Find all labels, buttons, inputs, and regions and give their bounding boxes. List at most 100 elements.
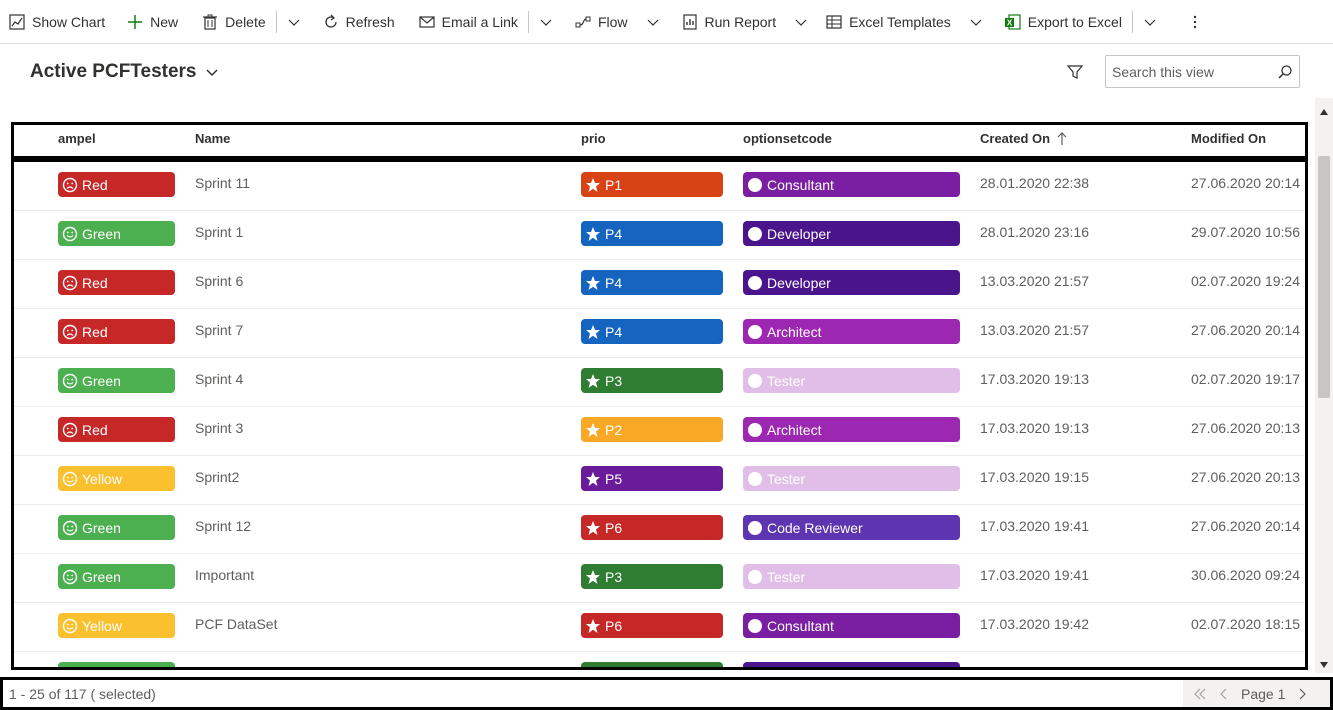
prio-label: P4 [605, 323, 623, 340]
star-icon [585, 422, 601, 438]
column-label: prio [581, 131, 606, 146]
new-button[interactable]: New [126, 0, 178, 44]
delete-button[interactable]: Delete [201, 0, 266, 44]
table-row[interactable]: Yellow Sprint2 P5 Tester 17.03.2020 19:15 27.… [14, 456, 1305, 505]
previous-page-icon[interactable] [1217, 687, 1231, 701]
ampel-tag: Yellow [58, 466, 175, 491]
excel-templates-chevron-icon [969, 15, 983, 29]
star-icon [585, 275, 601, 291]
next-page-icon[interactable] [1295, 687, 1309, 701]
ampel-label: Red [82, 323, 108, 340]
circle-icon [747, 373, 763, 389]
filter-icon[interactable] [1066, 63, 1086, 81]
more-delete-chevron-icon[interactable] [287, 15, 301, 29]
name-cell[interactable]: Sprint2 [195, 469, 239, 485]
column-header-modified-on[interactable]: Modified On [1191, 131, 1266, 146]
table-row[interactable]: Green Sprint 1 P4 Developer 28.01.2020 23:16… [14, 211, 1305, 260]
prio-label: P4 [605, 274, 623, 291]
optionset-tag: Developer [743, 662, 960, 667]
table-row[interactable]: Red Sprint 6 P4 Developer 13.03.2020 21:57 02… [14, 260, 1305, 309]
smile-icon [62, 618, 78, 634]
ampel-label: Green [82, 225, 121, 242]
more-export-chevron-icon[interactable] [1143, 15, 1157, 29]
name-cell[interactable]: Sprint 11 [195, 175, 250, 191]
search-input[interactable] [1112, 63, 1272, 80]
ampel-label: Red [82, 274, 108, 291]
created-on-cell: 17.03.2020 19:42 [980, 616, 1089, 632]
name-cell[interactable]: Important [195, 567, 254, 583]
scroll-down-icon[interactable] [1319, 657, 1329, 668]
prio-tag: P3 [581, 662, 723, 668]
scroll-up-icon[interactable] [1319, 104, 1329, 115]
table-row[interactable]: Red Sprint 11 P1 Consultant 28.01.2020 22:38… [14, 162, 1305, 211]
circle-icon [747, 422, 763, 438]
name-cell[interactable]: Sprint 3 [195, 420, 243, 436]
more-commands-icon[interactable] [1188, 15, 1202, 29]
created-on-cell: 28.01.2020 22:38 [980, 175, 1089, 191]
name-cell[interactable]: Sprint 1 [195, 224, 243, 240]
export-excel-button[interactable]: X Export to Excel [1004, 0, 1122, 44]
ampel-label: Green [82, 568, 121, 585]
separator [527, 10, 529, 33]
table-row[interactable]: Green Important P3 Tester 17.03.2020 19:41 30… [14, 554, 1305, 603]
table-row[interactable]: Red Sprint 7 P4 Architect 13.03.2020 21:57 27… [14, 309, 1305, 358]
frown-icon [62, 275, 78, 291]
optionset-tag: Consultant [743, 613, 960, 638]
table-row[interactable]: Green Sprint 4 P3 Tester 17.03.2020 19:13 02.… [14, 358, 1305, 407]
search-icon[interactable] [1277, 64, 1293, 80]
vertical-scrollbar[interactable] [1315, 98, 1333, 673]
column-header-created-on[interactable]: Created On [980, 131, 1068, 146]
name-cell[interactable]: Sprint 4 [195, 371, 243, 387]
column-header-optionsetcode[interactable]: optionsetcode [743, 131, 832, 146]
refresh-label: Refresh [345, 13, 395, 30]
star-icon [585, 324, 601, 340]
table-row[interactable]: Green Sprint 9 P3 Developer 17.03.2020 19:42… [14, 652, 1305, 668]
optionset-tag: Architect [743, 417, 960, 442]
name-cell[interactable]: PCF DataSet [195, 616, 277, 632]
optionset-label: Architect [767, 323, 822, 340]
star-icon [585, 667, 601, 668]
first-page-icon[interactable] [1193, 687, 1207, 701]
name-cell[interactable]: Sprint 9 [195, 665, 243, 667]
flow-button[interactable]: Flow [574, 0, 660, 44]
ampel-tag: Red [58, 172, 175, 197]
refresh-button[interactable]: Refresh [322, 0, 395, 44]
created-on-cell: 28.01.2020 23:16 [980, 224, 1089, 240]
more-email-chevron-icon[interactable] [539, 15, 553, 29]
view-selector[interactable]: Active PCFTesters [30, 61, 219, 83]
smile-icon [62, 520, 78, 536]
trash-icon [201, 13, 219, 31]
prio-tag: P4 [581, 319, 723, 344]
table-row[interactable]: Red Sprint 3 P2 Architect 17.03.2020 19:13 27… [14, 407, 1305, 456]
column-header-ampel[interactable]: ampel [58, 131, 96, 146]
prio-tag: P4 [581, 270, 723, 295]
run-report-button[interactable]: Run Report [681, 0, 809, 44]
star-icon [585, 618, 601, 634]
column-header-name[interactable]: Name [195, 131, 230, 146]
table-row[interactable]: Yellow PCF DataSet P6 Consultant 17.03.2020 … [14, 603, 1305, 652]
circle-icon [747, 618, 763, 634]
excel-templates-button[interactable]: Excel Templates [825, 0, 983, 44]
modified-on-cell: 02.07.2020 19:24 [1191, 273, 1300, 289]
created-on-cell: 13.03.2020 21:57 [980, 322, 1089, 338]
scrollbar-thumb[interactable] [1318, 156, 1330, 398]
sort-ascending-icon [1056, 131, 1068, 146]
name-cell[interactable]: Sprint 7 [195, 322, 243, 338]
star-icon [585, 520, 601, 536]
column-label: Name [195, 131, 231, 146]
column-label: Modified On [1191, 131, 1267, 146]
column-header-prio[interactable]: prio [581, 131, 606, 146]
show-chart-button[interactable]: Show Chart [8, 0, 105, 44]
column-label: optionsetcode [743, 131, 832, 146]
email-link-button[interactable]: Email a Link [418, 0, 518, 44]
excel-templates-label: Excel Templates [849, 13, 951, 30]
prio-tag: P6 [581, 613, 723, 638]
name-cell[interactable]: Sprint 12 [195, 518, 251, 534]
table-row[interactable]: Green Sprint 12 P6 Code Reviewer 17.03.2020 … [14, 505, 1305, 554]
name-cell[interactable]: Sprint 6 [195, 273, 243, 289]
ampel-tag: Red [58, 319, 175, 344]
